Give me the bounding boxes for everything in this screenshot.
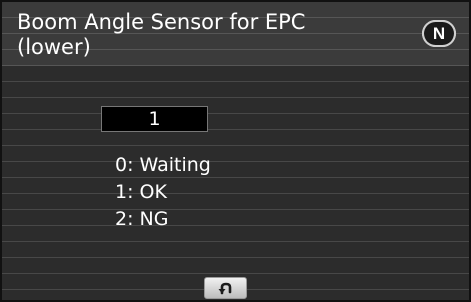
return-arrow-icon bbox=[218, 282, 231, 295]
mode-badge: N bbox=[422, 20, 456, 47]
mode-badge-label: N bbox=[424, 22, 454, 45]
status-legend: 0: Waiting 1: OK 2: NG bbox=[115, 152, 211, 233]
screen-title: Boom Angle Sensor for EPC (lower) bbox=[17, 10, 306, 59]
screen-header: Boom Angle Sensor for EPC (lower) N bbox=[2, 2, 469, 66]
back-button[interactable] bbox=[204, 277, 247, 299]
legend-item-ok: 1: OK bbox=[115, 181, 167, 203]
sensor-status-screen: Boom Angle Sensor for EPC (lower) N 1 0:… bbox=[0, 0, 471, 302]
legend-item-ng: 2: NG bbox=[115, 208, 169, 230]
legend-item-waiting: 0: Waiting bbox=[115, 154, 211, 176]
sensor-value-display: 1 bbox=[101, 106, 208, 132]
